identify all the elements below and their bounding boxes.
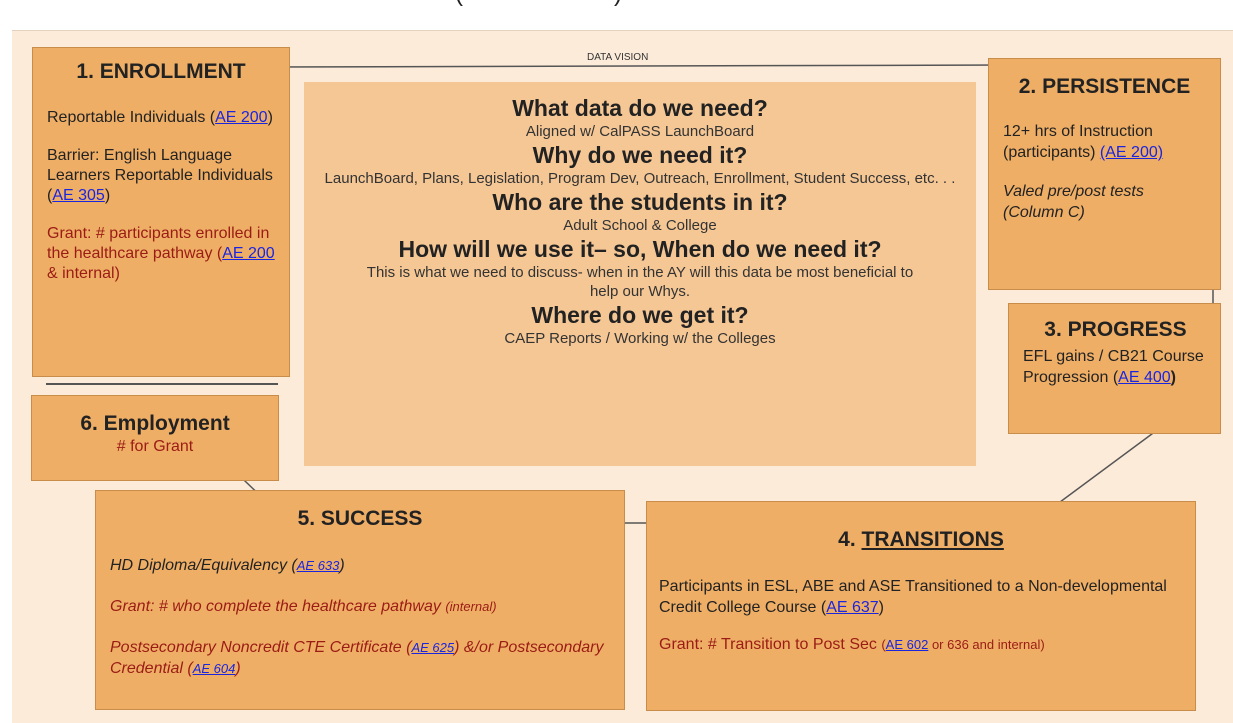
transitions-grant: Grant: # Transition to Post Sec (AE 602 … — [659, 636, 1045, 653]
enrollment-box: 1. ENROLLMENT Reportable Individuals (AE… — [32, 47, 290, 377]
data-vision-label: DATA VISION — [587, 52, 649, 63]
persistence-item-tests: Valed pre/post tests (Column C) — [1003, 183, 1144, 221]
persistence-item-hours: 12+ hrs of Instruction (participants) (A… — [1003, 123, 1164, 161]
persistence-ae200-link[interactable]: (AE 200) — [1100, 144, 1163, 161]
answer-how: This is what we need to discuss- when in… — [366, 264, 914, 300]
question-who: Who are the students in it? — [492, 189, 788, 215]
employment-title: 6. Employment — [80, 412, 230, 435]
answer-what: Aligned w/ CalPASS LaunchBoard — [525, 123, 755, 140]
success-grant: Grant: # who complete the healthcare pat… — [110, 598, 497, 615]
enrollment-ae305-link[interactable]: AE 305 — [52, 187, 104, 204]
answer-who: Adult School & College — [563, 217, 717, 234]
success-box: 5. SUCCESS HD Diploma/Equivalency (AE 63… — [95, 490, 625, 710]
section-divider — [46, 383, 278, 385]
question-how: How will we use it– so, When do we need … — [398, 236, 882, 262]
employment-sub: # for Grant — [116, 438, 194, 455]
diagram-canvas: DATA VISION 1. ENROLLMENT Reportable Ind… — [12, 30, 1233, 723]
top-clipped-text: () — [455, 0, 623, 8]
enrollment-ae200-link[interactable]: AE 200 — [215, 109, 267, 126]
answer-why: LaunchBoard, Plans, Legislation, Program… — [324, 170, 956, 187]
transitions-ae602-link[interactable]: AE 602 — [886, 637, 929, 652]
enrollment-title: 1. ENROLLMENT — [76, 60, 246, 83]
enrollment-grant-ae200-link[interactable]: AE 200 — [222, 245, 274, 262]
transitions-ae637-link[interactable]: AE 637 — [826, 599, 878, 616]
success-item-diploma: HD Diploma/Equivalency (AE 633) — [110, 557, 345, 574]
enrollment-item-reportable: Reportable Individuals (AE 200) — [47, 109, 273, 126]
success-item-certificate: Postsecondary Noncredit CTE Certificate … — [110, 639, 604, 677]
question-what: What data do we need? — [512, 95, 768, 121]
success-ae625-link[interactable]: AE 625 — [411, 640, 454, 655]
success-ae633-link[interactable]: AE 633 — [297, 558, 340, 573]
progress-title: 3. PROGRESS — [1044, 318, 1187, 341]
employment-box: 6. Employment # for Grant — [31, 395, 279, 481]
arrow-enrollment-to-persistence — [269, 61, 1009, 70]
enrollment-item-ell: Barrier: English Language Learners Repor… — [47, 147, 273, 204]
transitions-title: 4. TRANSITIONS — [838, 528, 1004, 551]
enrollment-grant: Grant: # participants enrolled in the he… — [47, 225, 275, 282]
persistence-title: 2. PERSISTENCE — [1018, 75, 1191, 98]
success-title: 5. SUCCESS — [297, 507, 423, 530]
transitions-box: 4. TRANSITIONS Participants in ESL, ABE … — [646, 501, 1196, 711]
question-where: Where do we get it? — [531, 302, 749, 328]
progress-ae400-link[interactable]: AE 400 — [1118, 369, 1170, 386]
progress-item-efl: EFL gains / CB21 Course Progression (AE … — [1023, 348, 1204, 386]
progress-box: 3. PROGRESS EFL gains / CB21 Course Prog… — [1008, 303, 1221, 434]
transitions-item-credit: Participants in ESL, ABE and ASE Transit… — [659, 578, 1167, 616]
persistence-box: 2. PERSISTENCE 12+ hrs of Instruction (p… — [988, 58, 1221, 290]
success-ae604-link[interactable]: AE 604 — [193, 661, 236, 676]
question-why: Why do we need it? — [532, 142, 748, 168]
data-vision-questions: What data do we need? Aligned w/ CalPASS… — [304, 82, 976, 466]
answer-where: CAEP Reports / Working w/ the Colleges — [504, 330, 776, 347]
